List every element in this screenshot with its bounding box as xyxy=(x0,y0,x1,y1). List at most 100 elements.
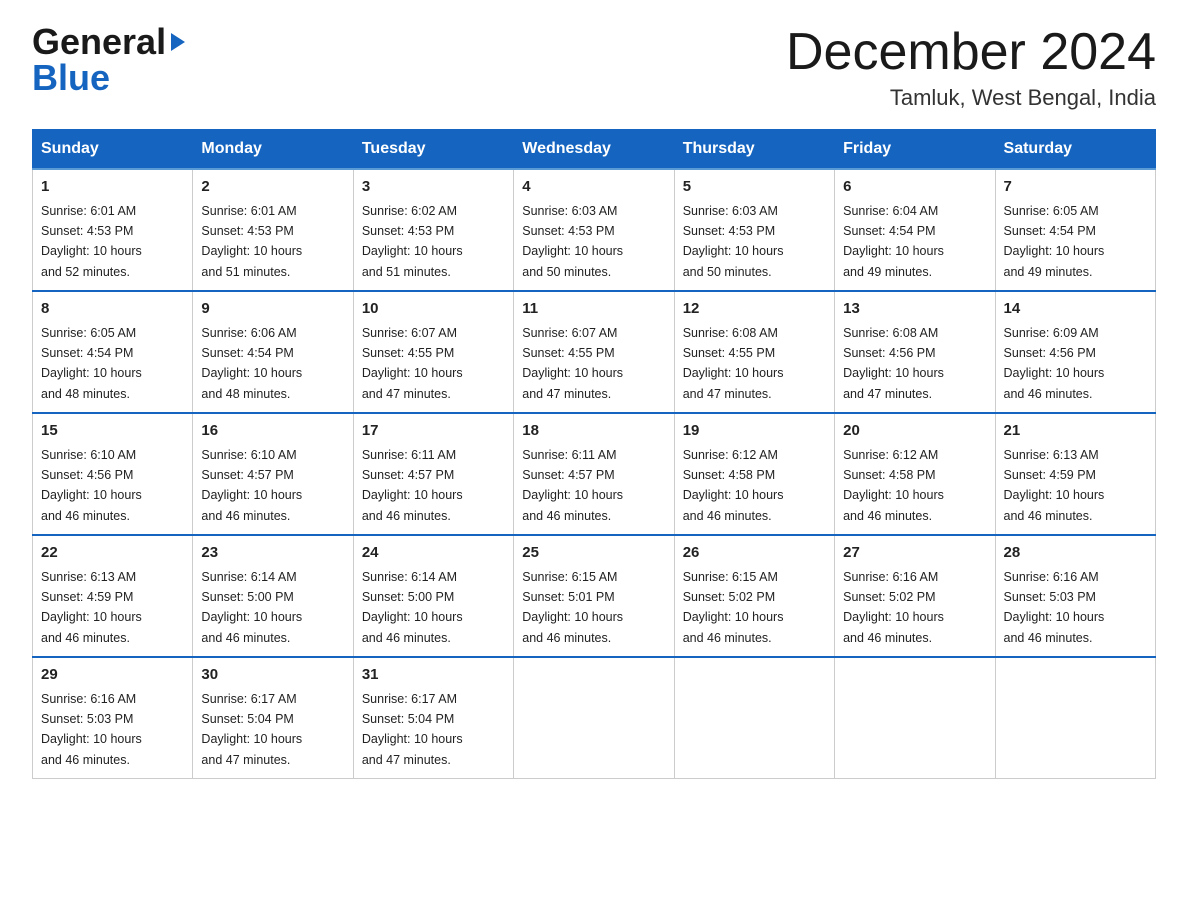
logo-arrow-icon xyxy=(167,31,189,53)
day-info: Sunrise: 6:07 AMSunset: 4:55 PMDaylight:… xyxy=(522,326,623,401)
day-number: 7 xyxy=(1004,176,1147,199)
day-number: 24 xyxy=(362,542,505,565)
header-right: December 2024 Tamluk, West Bengal, India xyxy=(786,24,1156,111)
day-number: 22 xyxy=(41,542,184,565)
day-number: 13 xyxy=(843,298,986,321)
calendar-day-cell: 23 Sunrise: 6:14 AMSunset: 5:00 PMDaylig… xyxy=(193,535,353,657)
day-info: Sunrise: 6:03 AMSunset: 4:53 PMDaylight:… xyxy=(522,204,623,279)
header-thursday: Thursday xyxy=(674,130,834,170)
day-number: 20 xyxy=(843,420,986,443)
day-info: Sunrise: 6:17 AMSunset: 5:04 PMDaylight:… xyxy=(362,692,463,767)
day-info: Sunrise: 6:03 AMSunset: 4:53 PMDaylight:… xyxy=(683,204,784,279)
calendar-day-cell: 10 Sunrise: 6:07 AMSunset: 4:55 PMDaylig… xyxy=(353,291,513,413)
header-sunday: Sunday xyxy=(33,130,193,170)
calendar-day-cell: 24 Sunrise: 6:14 AMSunset: 5:00 PMDaylig… xyxy=(353,535,513,657)
calendar-day-cell: 31 Sunrise: 6:17 AMSunset: 5:04 PMDaylig… xyxy=(353,657,513,779)
day-number: 11 xyxy=(522,298,665,321)
header-monday: Monday xyxy=(193,130,353,170)
calendar-day-cell: 19 Sunrise: 6:12 AMSunset: 4:58 PMDaylig… xyxy=(674,413,834,535)
day-info: Sunrise: 6:04 AMSunset: 4:54 PMDaylight:… xyxy=(843,204,944,279)
header-saturday: Saturday xyxy=(995,130,1155,170)
header-wednesday: Wednesday xyxy=(514,130,674,170)
logo: General Blue xyxy=(32,24,190,96)
day-info: Sunrise: 6:10 AMSunset: 4:57 PMDaylight:… xyxy=(201,448,302,523)
calendar-week-5: 29 Sunrise: 6:16 AMSunset: 5:03 PMDaylig… xyxy=(33,657,1156,779)
calendar-day-cell: 15 Sunrise: 6:10 AMSunset: 4:56 PMDaylig… xyxy=(33,413,193,535)
location-title: Tamluk, West Bengal, India xyxy=(786,85,1156,111)
calendar-day-cell: 12 Sunrise: 6:08 AMSunset: 4:55 PMDaylig… xyxy=(674,291,834,413)
day-info: Sunrise: 6:07 AMSunset: 4:55 PMDaylight:… xyxy=(362,326,463,401)
calendar-day-cell: 3 Sunrise: 6:02 AMSunset: 4:53 PMDayligh… xyxy=(353,169,513,291)
logo-general: General xyxy=(32,24,166,60)
day-info: Sunrise: 6:11 AMSunset: 4:57 PMDaylight:… xyxy=(522,448,623,523)
day-number: 26 xyxy=(683,542,826,565)
day-info: Sunrise: 6:12 AMSunset: 4:58 PMDaylight:… xyxy=(683,448,784,523)
day-number: 9 xyxy=(201,298,344,321)
day-number: 14 xyxy=(1004,298,1147,321)
logo-blue: Blue xyxy=(32,60,110,96)
day-number: 6 xyxy=(843,176,986,199)
calendar-day-cell: 1 Sunrise: 6:01 AMSunset: 4:53 PMDayligh… xyxy=(33,169,193,291)
day-number: 23 xyxy=(201,542,344,565)
calendar-day-cell: 28 Sunrise: 6:16 AMSunset: 5:03 PMDaylig… xyxy=(995,535,1155,657)
day-number: 16 xyxy=(201,420,344,443)
day-info: Sunrise: 6:10 AMSunset: 4:56 PMDaylight:… xyxy=(41,448,142,523)
day-info: Sunrise: 6:13 AMSunset: 4:59 PMDaylight:… xyxy=(1004,448,1105,523)
day-info: Sunrise: 6:15 AMSunset: 5:01 PMDaylight:… xyxy=(522,570,623,645)
calendar-day-cell: 13 Sunrise: 6:08 AMSunset: 4:56 PMDaylig… xyxy=(835,291,995,413)
calendar-day-cell: 21 Sunrise: 6:13 AMSunset: 4:59 PMDaylig… xyxy=(995,413,1155,535)
header-friday: Friday xyxy=(835,130,995,170)
calendar-day-cell xyxy=(514,657,674,779)
calendar-day-cell: 4 Sunrise: 6:03 AMSunset: 4:53 PMDayligh… xyxy=(514,169,674,291)
day-number: 19 xyxy=(683,420,826,443)
day-info: Sunrise: 6:14 AMSunset: 5:00 PMDaylight:… xyxy=(201,570,302,645)
day-number: 10 xyxy=(362,298,505,321)
day-number: 18 xyxy=(522,420,665,443)
calendar-table: SundayMondayTuesdayWednesdayThursdayFrid… xyxy=(32,129,1156,779)
calendar-day-cell: 8 Sunrise: 6:05 AMSunset: 4:54 PMDayligh… xyxy=(33,291,193,413)
calendar-day-cell xyxy=(995,657,1155,779)
calendar-day-cell: 29 Sunrise: 6:16 AMSunset: 5:03 PMDaylig… xyxy=(33,657,193,779)
calendar-day-cell: 2 Sunrise: 6:01 AMSunset: 4:53 PMDayligh… xyxy=(193,169,353,291)
calendar-week-1: 1 Sunrise: 6:01 AMSunset: 4:53 PMDayligh… xyxy=(33,169,1156,291)
day-info: Sunrise: 6:17 AMSunset: 5:04 PMDaylight:… xyxy=(201,692,302,767)
day-number: 15 xyxy=(41,420,184,443)
calendar-day-cell: 18 Sunrise: 6:11 AMSunset: 4:57 PMDaylig… xyxy=(514,413,674,535)
header-tuesday: Tuesday xyxy=(353,130,513,170)
day-number: 27 xyxy=(843,542,986,565)
calendar-day-cell: 9 Sunrise: 6:06 AMSunset: 4:54 PMDayligh… xyxy=(193,291,353,413)
calendar-day-cell: 25 Sunrise: 6:15 AMSunset: 5:01 PMDaylig… xyxy=(514,535,674,657)
day-info: Sunrise: 6:13 AMSunset: 4:59 PMDaylight:… xyxy=(41,570,142,645)
calendar-day-cell: 11 Sunrise: 6:07 AMSunset: 4:55 PMDaylig… xyxy=(514,291,674,413)
calendar-header-row: SundayMondayTuesdayWednesdayThursdayFrid… xyxy=(33,130,1156,170)
day-number: 25 xyxy=(522,542,665,565)
day-number: 8 xyxy=(41,298,184,321)
day-info: Sunrise: 6:01 AMSunset: 4:53 PMDaylight:… xyxy=(201,204,302,279)
day-number: 21 xyxy=(1004,420,1147,443)
day-number: 5 xyxy=(683,176,826,199)
calendar-day-cell: 30 Sunrise: 6:17 AMSunset: 5:04 PMDaylig… xyxy=(193,657,353,779)
day-info: Sunrise: 6:16 AMSunset: 5:03 PMDaylight:… xyxy=(41,692,142,767)
calendar-day-cell xyxy=(835,657,995,779)
day-info: Sunrise: 6:05 AMSunset: 4:54 PMDaylight:… xyxy=(41,326,142,401)
calendar-day-cell: 5 Sunrise: 6:03 AMSunset: 4:53 PMDayligh… xyxy=(674,169,834,291)
calendar-day-cell: 6 Sunrise: 6:04 AMSunset: 4:54 PMDayligh… xyxy=(835,169,995,291)
calendar-week-2: 8 Sunrise: 6:05 AMSunset: 4:54 PMDayligh… xyxy=(33,291,1156,413)
calendar-day-cell: 16 Sunrise: 6:10 AMSunset: 4:57 PMDaylig… xyxy=(193,413,353,535)
day-info: Sunrise: 6:02 AMSunset: 4:53 PMDaylight:… xyxy=(362,204,463,279)
day-number: 31 xyxy=(362,664,505,687)
day-info: Sunrise: 6:11 AMSunset: 4:57 PMDaylight:… xyxy=(362,448,463,523)
day-info: Sunrise: 6:08 AMSunset: 4:56 PMDaylight:… xyxy=(843,326,944,401)
calendar-day-cell: 27 Sunrise: 6:16 AMSunset: 5:02 PMDaylig… xyxy=(835,535,995,657)
day-number: 1 xyxy=(41,176,184,199)
calendar-day-cell: 20 Sunrise: 6:12 AMSunset: 4:58 PMDaylig… xyxy=(835,413,995,535)
calendar-day-cell: 14 Sunrise: 6:09 AMSunset: 4:56 PMDaylig… xyxy=(995,291,1155,413)
day-info: Sunrise: 6:05 AMSunset: 4:54 PMDaylight:… xyxy=(1004,204,1105,279)
calendar-day-cell: 26 Sunrise: 6:15 AMSunset: 5:02 PMDaylig… xyxy=(674,535,834,657)
calendar-week-3: 15 Sunrise: 6:10 AMSunset: 4:56 PMDaylig… xyxy=(33,413,1156,535)
month-title: December 2024 xyxy=(786,24,1156,81)
calendar-week-4: 22 Sunrise: 6:13 AMSunset: 4:59 PMDaylig… xyxy=(33,535,1156,657)
day-number: 28 xyxy=(1004,542,1147,565)
day-info: Sunrise: 6:16 AMSunset: 5:03 PMDaylight:… xyxy=(1004,570,1105,645)
calendar-day-cell xyxy=(674,657,834,779)
